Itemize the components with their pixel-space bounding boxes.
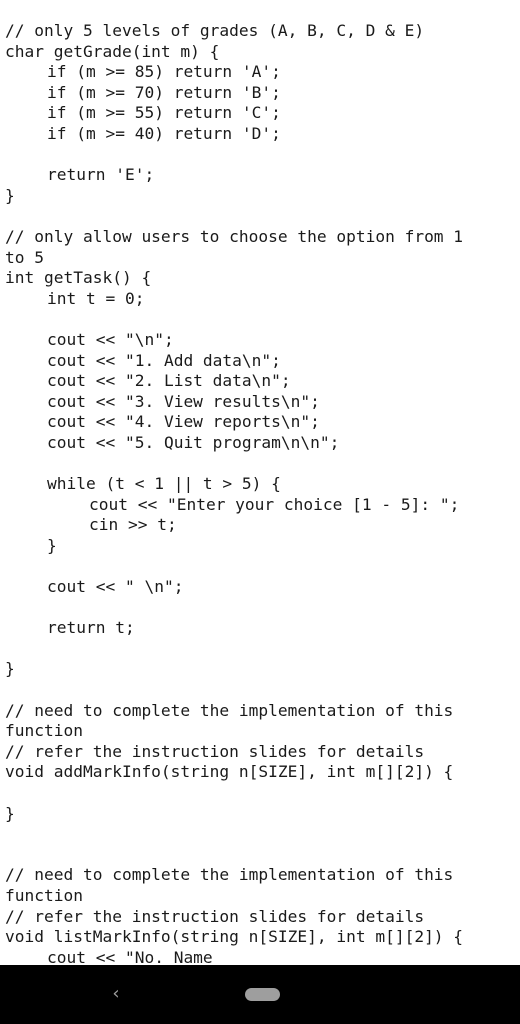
chevron-left-icon: ‹ [112, 982, 120, 1004]
code-line: // only allow users to choose the option… [5, 226, 464, 246]
code-line: if (m >= 85) return 'A'; [47, 62, 281, 82]
code-line: return 'E'; [47, 165, 155, 185]
code-line: } [5, 803, 15, 823]
code-line: } [5, 185, 15, 205]
code-line: void listMarkInfo(string n[SIZE], int m[… [5, 927, 464, 947]
code-line: while (t < 1 || t > 5) { [47, 474, 281, 494]
code-line: // refer the instruction slides for deta… [5, 741, 425, 761]
code-line: cout << "3. View results\n"; [47, 391, 320, 411]
code-line: cout << "5. Quit program\n\n"; [47, 432, 340, 452]
code-line: // need to complete the implementation o… [5, 700, 454, 720]
code-line: } [47, 535, 57, 555]
code-line: } [5, 659, 15, 679]
code-line: if (m >= 70) return 'B'; [47, 82, 281, 102]
code-line: cout << "4. View reports\n"; [47, 412, 320, 432]
code-line: cout << "\n"; [47, 329, 174, 349]
code-line: // only 5 levels of grades (A, B, C, D &… [5, 21, 425, 40]
system-navigation-bar: ‹ [0, 965, 520, 1024]
code-view: // only 5 levels of grades (A, B, C, D &… [5, 21, 517, 968]
code-line: int t = 0; [47, 288, 145, 308]
code-line: return t; [47, 618, 135, 638]
code-line: cout << "1. Add data\n"; [47, 350, 281, 370]
code-line: function [5, 885, 83, 905]
home-button[interactable] [245, 988, 280, 1001]
code-line: cout << "Enter your choice [1 - 5]: "; [89, 494, 460, 514]
code-line: // refer the instruction slides for deta… [5, 906, 425, 926]
code-line: cout << "2. List data\n"; [47, 371, 291, 391]
code-line: // need to complete the implementation o… [5, 865, 454, 885]
code-line: to 5 [5, 247, 44, 267]
code-line: int getTask() { [5, 268, 152, 288]
code-line: cout << " \n"; [47, 577, 184, 597]
code-line: void addMarkInfo(string n[SIZE], int m[]… [5, 762, 454, 782]
code-line: function [5, 721, 83, 741]
code-line: if (m >= 55) return 'C'; [47, 103, 281, 123]
code-line: cin >> t; [89, 515, 177, 535]
code-line: char getGrade(int m) { [5, 41, 220, 61]
code-line: if (m >= 40) return 'D'; [47, 123, 281, 143]
back-button[interactable]: ‹ [104, 979, 128, 1007]
